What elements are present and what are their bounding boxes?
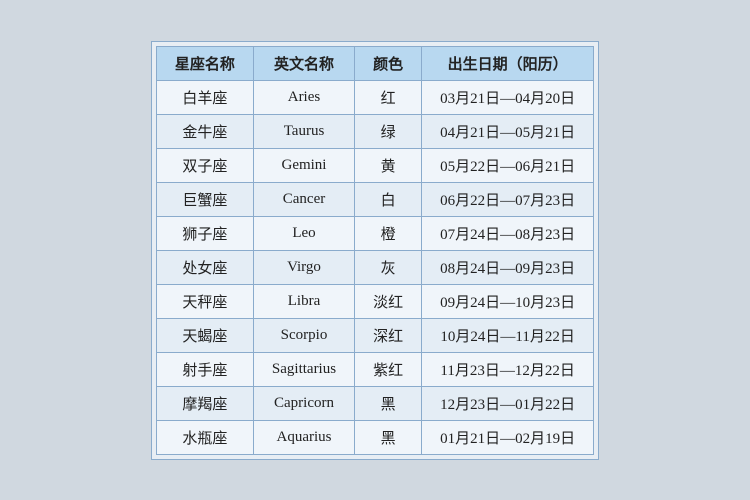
cell-chinese-name: 天秤座 (156, 284, 253, 318)
cell-color: 淡红 (355, 284, 422, 318)
cell-english-name: Aquarius (253, 420, 354, 454)
cell-english-name: Scorpio (253, 318, 354, 352)
header-dates: 出生日期（阳历） (422, 46, 594, 80)
cell-dates: 12月23日—01月22日 (422, 386, 594, 420)
cell-chinese-name: 白羊座 (156, 80, 253, 114)
table-row: 白羊座Aries红03月21日—04月20日 (156, 80, 593, 114)
cell-dates: 07月24日—08月23日 (422, 216, 594, 250)
cell-color: 紫红 (355, 352, 422, 386)
cell-color: 深红 (355, 318, 422, 352)
cell-chinese-name: 天蝎座 (156, 318, 253, 352)
table-row: 狮子座Leo橙07月24日—08月23日 (156, 216, 593, 250)
table-row: 天秤座Libra淡红09月24日—10月23日 (156, 284, 593, 318)
table-row: 巨蟹座Cancer白06月22日—07月23日 (156, 182, 593, 216)
cell-english-name: Taurus (253, 114, 354, 148)
cell-chinese-name: 水瓶座 (156, 420, 253, 454)
cell-dates: 10月24日—11月22日 (422, 318, 594, 352)
cell-color: 黑 (355, 386, 422, 420)
cell-dates: 11月23日—12月22日 (422, 352, 594, 386)
cell-color: 黄 (355, 148, 422, 182)
cell-english-name: Virgo (253, 250, 354, 284)
table-row: 水瓶座Aquarius黑01月21日—02月19日 (156, 420, 593, 454)
cell-chinese-name: 射手座 (156, 352, 253, 386)
cell-dates: 05月22日—06月21日 (422, 148, 594, 182)
header-color: 颜色 (355, 46, 422, 80)
table-row: 射手座Sagittarius紫红11月23日—12月22日 (156, 352, 593, 386)
table-row: 天蝎座Scorpio深红10月24日—11月22日 (156, 318, 593, 352)
cell-english-name: Aries (253, 80, 354, 114)
cell-english-name: Gemini (253, 148, 354, 182)
cell-color: 黑 (355, 420, 422, 454)
table-row: 金牛座Taurus绿04月21日—05月21日 (156, 114, 593, 148)
cell-color: 橙 (355, 216, 422, 250)
cell-chinese-name: 狮子座 (156, 216, 253, 250)
cell-english-name: Capricorn (253, 386, 354, 420)
cell-color: 灰 (355, 250, 422, 284)
cell-chinese-name: 摩羯座 (156, 386, 253, 420)
cell-chinese-name: 巨蟹座 (156, 182, 253, 216)
cell-english-name: Cancer (253, 182, 354, 216)
table-row: 处女座Virgo灰08月24日—09月23日 (156, 250, 593, 284)
cell-color: 白 (355, 182, 422, 216)
cell-english-name: Leo (253, 216, 354, 250)
table-row: 双子座Gemini黄05月22日—06月21日 (156, 148, 593, 182)
cell-chinese-name: 金牛座 (156, 114, 253, 148)
header-english-name: 英文名称 (253, 46, 354, 80)
cell-dates: 04月21日—05月21日 (422, 114, 594, 148)
cell-chinese-name: 处女座 (156, 250, 253, 284)
cell-dates: 01月21日—02月19日 (422, 420, 594, 454)
cell-dates: 08月24日—09月23日 (422, 250, 594, 284)
table-header-row: 星座名称 英文名称 颜色 出生日期（阳历） (156, 46, 593, 80)
cell-english-name: Sagittarius (253, 352, 354, 386)
header-chinese-name: 星座名称 (156, 46, 253, 80)
cell-dates: 09月24日—10月23日 (422, 284, 594, 318)
cell-color: 绿 (355, 114, 422, 148)
zodiac-table: 星座名称 英文名称 颜色 出生日期（阳历） 白羊座Aries红03月21日—04… (156, 46, 594, 455)
zodiac-table-container: 星座名称 英文名称 颜色 出生日期（阳历） 白羊座Aries红03月21日—04… (151, 41, 599, 460)
cell-dates: 06月22日—07月23日 (422, 182, 594, 216)
cell-color: 红 (355, 80, 422, 114)
cell-chinese-name: 双子座 (156, 148, 253, 182)
cell-english-name: Libra (253, 284, 354, 318)
table-row: 摩羯座Capricorn黑12月23日—01月22日 (156, 386, 593, 420)
table-body: 白羊座Aries红03月21日—04月20日金牛座Taurus绿04月21日—0… (156, 80, 593, 454)
cell-dates: 03月21日—04月20日 (422, 80, 594, 114)
